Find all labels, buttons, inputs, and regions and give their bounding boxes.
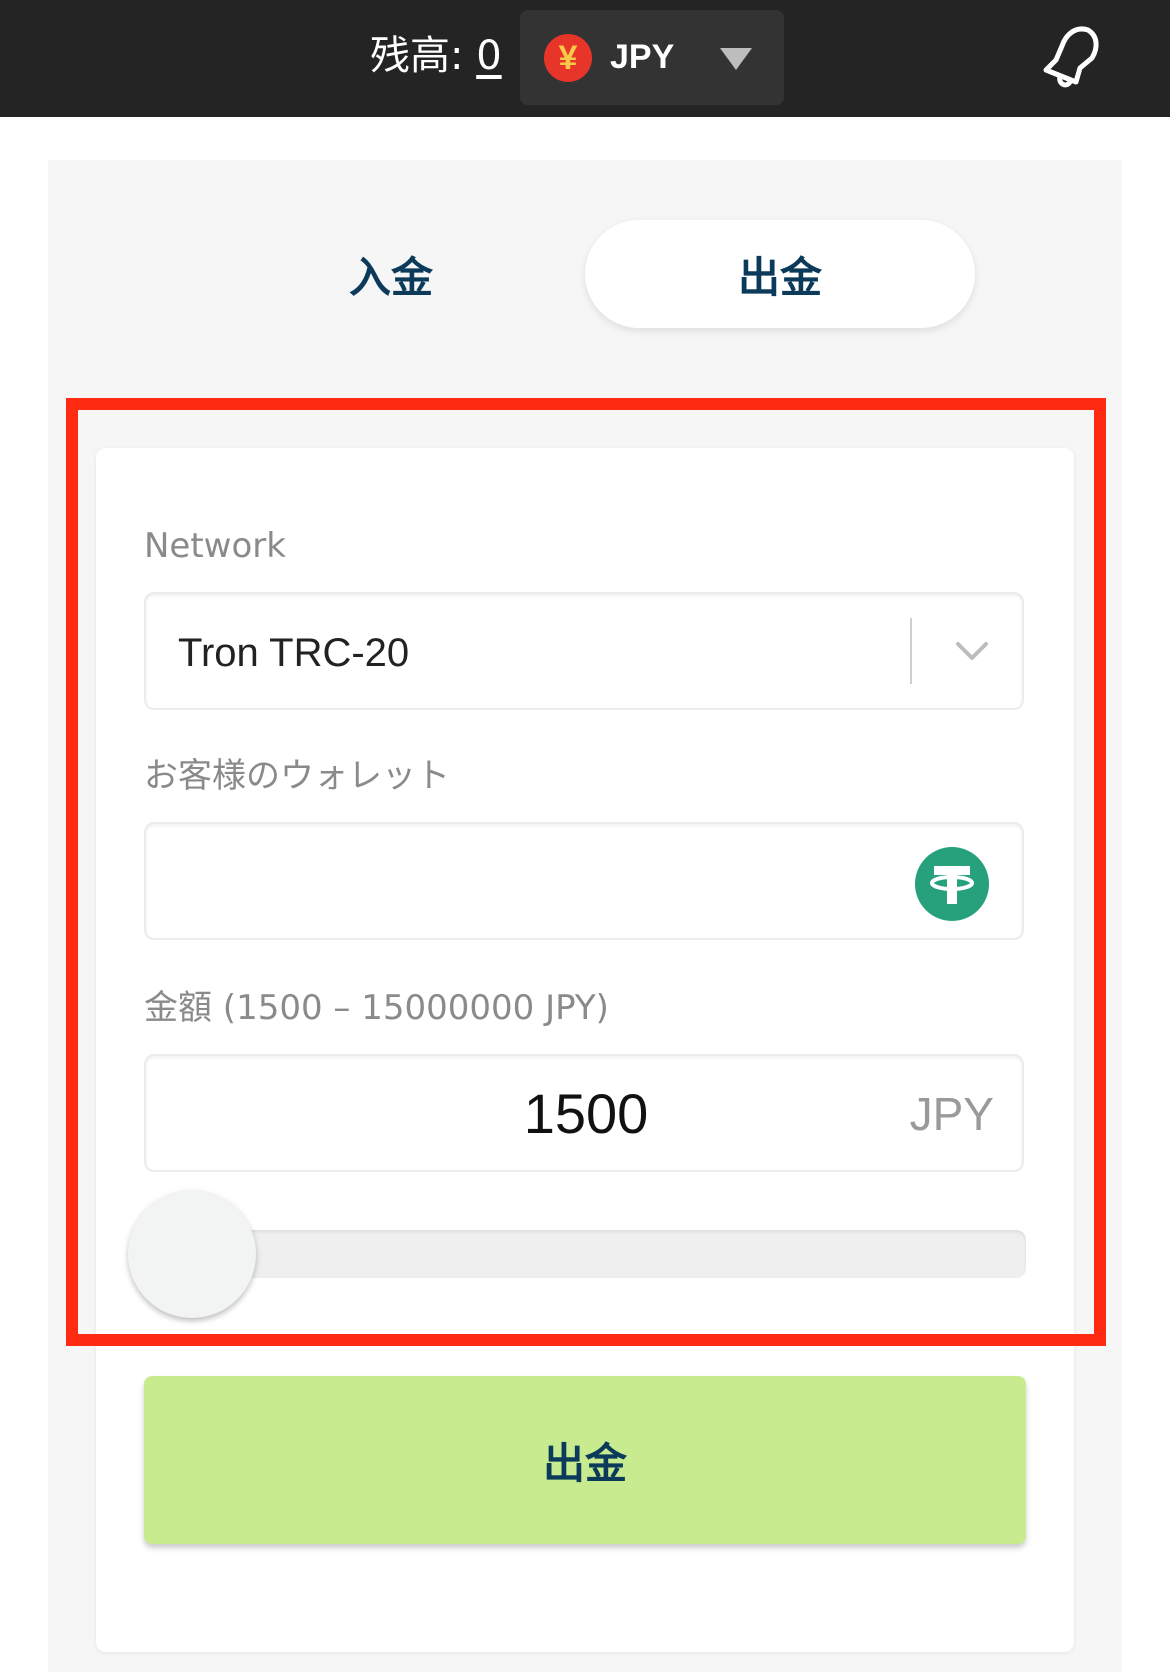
tab-deposit[interactable]: 入金 bbox=[196, 220, 586, 328]
withdraw-submit-button[interactable]: 出金 bbox=[144, 1376, 1026, 1544]
tether-icon bbox=[915, 847, 989, 921]
currency-code: JPY bbox=[610, 38, 675, 76]
amount-unit: JPY bbox=[909, 1088, 994, 1140]
amount-value: 1500 bbox=[523, 1082, 649, 1145]
chevron-down-icon bbox=[956, 642, 988, 660]
currency-selector[interactable]: ¥ JPY bbox=[520, 10, 784, 105]
wallet-address-input[interactable] bbox=[144, 822, 1024, 940]
amount-input[interactable]: 1500 JPY bbox=[144, 1054, 1024, 1172]
amount-slider-thumb[interactable] bbox=[128, 1190, 256, 1318]
bell-icon[interactable] bbox=[1036, 20, 1108, 92]
select-separator bbox=[910, 618, 912, 684]
network-label: Network bbox=[144, 526, 286, 566]
network-select-value: Tron TRC-20 bbox=[178, 631, 410, 675]
network-select[interactable]: Tron TRC-20 bbox=[144, 592, 1024, 710]
tab-withdraw[interactable]: 出金 bbox=[585, 220, 975, 328]
balance-display: 残高: 0 bbox=[370, 30, 502, 82]
wallet-panel: 入金 出金 Network Tron TRC-20 お客様のウォレット 金額 (… bbox=[48, 160, 1122, 1672]
balance-value[interactable]: 0 bbox=[476, 33, 501, 79]
top-bar: 残高: 0 ¥ JPY bbox=[0, 0, 1170, 117]
caret-down-icon bbox=[720, 48, 752, 70]
withdraw-form-card: Network Tron TRC-20 お客様のウォレット 金額 (1500 –… bbox=[96, 448, 1074, 1652]
amount-slider-track[interactable] bbox=[144, 1230, 1026, 1278]
balance-label: 残高: bbox=[370, 33, 464, 79]
wallet-label: お客様のウォレット bbox=[144, 756, 450, 796]
amount-label: 金額 (1500 – 15000000 JPY) bbox=[144, 988, 609, 1028]
yen-coin-icon: ¥ bbox=[544, 34, 592, 82]
